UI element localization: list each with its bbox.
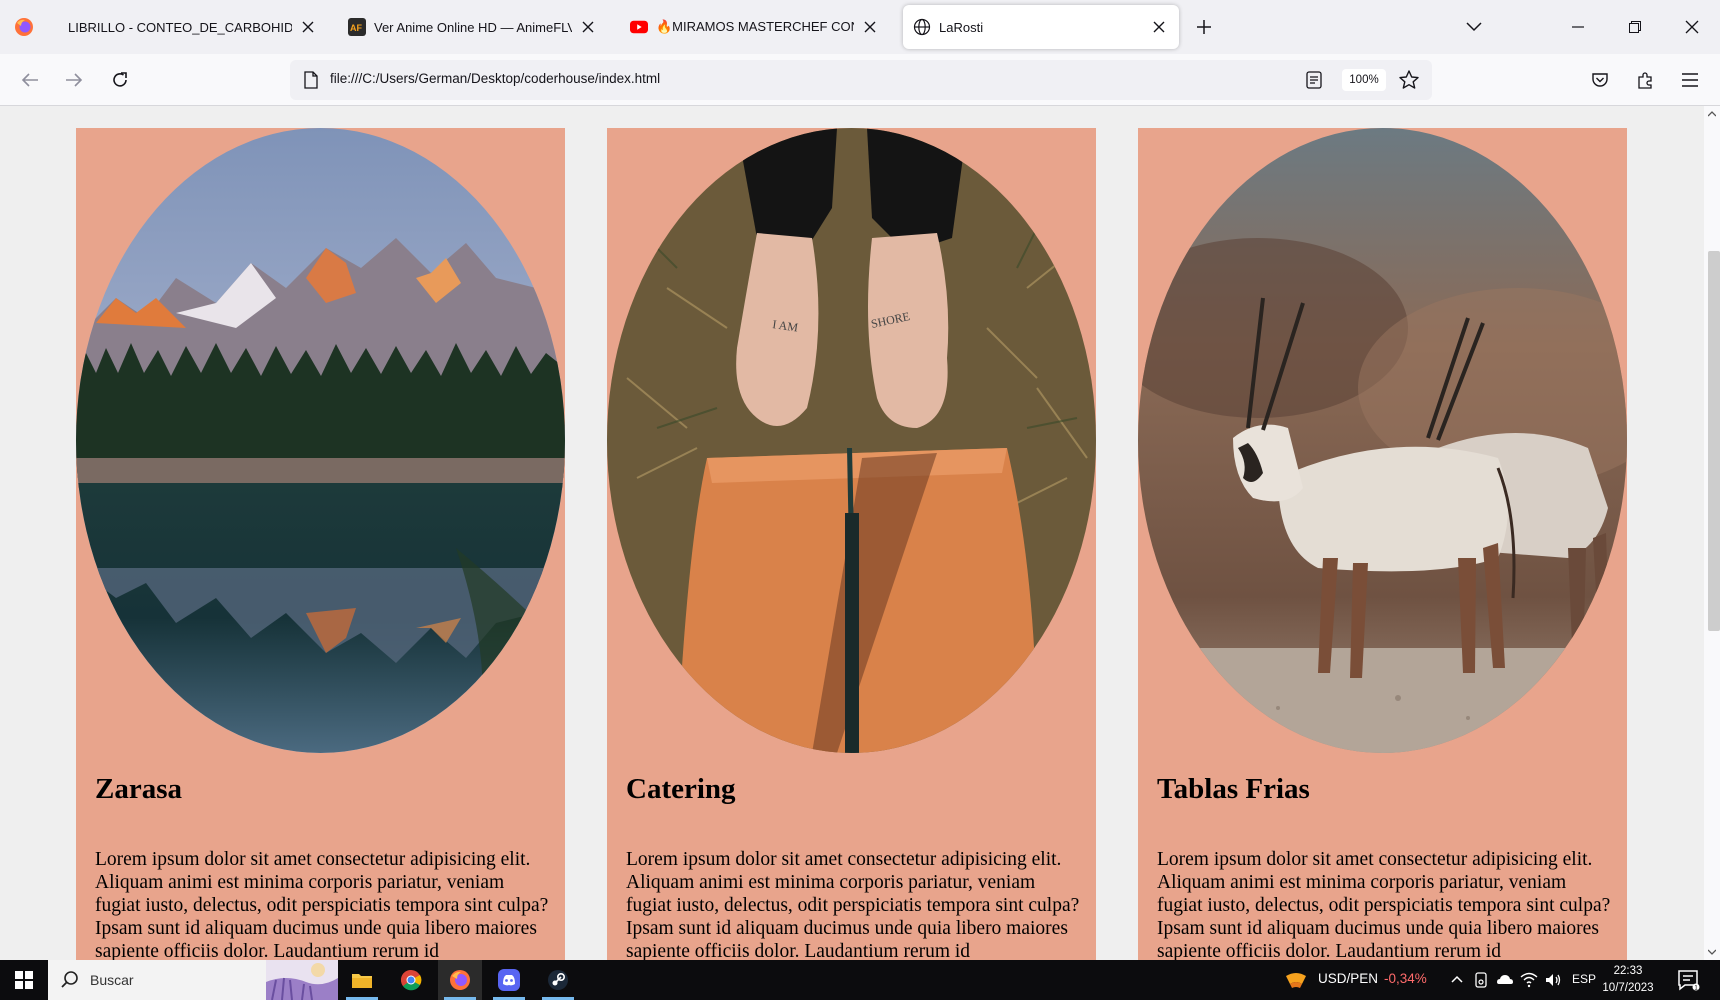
animeflv-icon: AF <box>348 18 366 36</box>
stocks-widget-icon[interactable] <box>1284 970 1308 990</box>
mountain-lake-image <box>76 128 565 753</box>
start-button[interactable] <box>0 960 48 1000</box>
clock-time: 22:33 <box>1613 965 1643 977</box>
service-card: I AM SHORE Catering Lorem ipsum dolor si… <box>607 128 1096 960</box>
close-icon[interactable] <box>298 17 318 37</box>
ticker-symbol[interactable]: USD/PEN <box>1318 971 1378 986</box>
tab-label: 🔥MIRAMOS MASTERCHEF CON JUARI <box>656 19 854 34</box>
navigation-toolbar: file:///C:/Users/German/Desktop/coderhou… <box>0 54 1720 106</box>
file-explorer-icon[interactable] <box>340 960 384 1000</box>
firefox-menu-icon[interactable] <box>14 17 34 37</box>
oryx-antelopes-image <box>1138 128 1627 753</box>
lavender-field-search-art-icon <box>266 960 338 1000</box>
firefox-icon[interactable] <box>438 960 482 1000</box>
chrome-icon[interactable] <box>389 960 433 1000</box>
restore-button[interactable] <box>1615 10 1655 44</box>
onedrive-cloud-icon[interactable] <box>1496 971 1514 989</box>
reader-view-icon[interactable] <box>1304 70 1324 90</box>
taskbar-clock[interactable]: 22:33 10/7/2023 <box>1596 963 1660 997</box>
tab-youtube[interactable]: 🔥MIRAMOS MASTERCHEF CON JUARI <box>620 5 890 49</box>
clock-date: 10/7/2023 <box>1602 982 1654 994</box>
service-card: Tablas Frias Lorem ipsum dolor sit amet … <box>1138 128 1627 960</box>
pocket-icon[interactable] <box>1584 64 1616 96</box>
wifi-icon[interactable] <box>1520 971 1538 989</box>
search-placeholder: Buscar <box>90 972 134 988</box>
tab-librillo[interactable]: LIBRILLO - CONTEO_DE_CARBOHIDRATOS_2023 <box>58 5 328 49</box>
input-language[interactable]: ESP <box>1572 972 1596 986</box>
youtube-icon <box>630 18 648 36</box>
reload-button[interactable] <box>104 64 136 96</box>
tab-label: LIBRILLO - CONTEO_DE_CARBOHIDRATOS_2023 <box>68 19 292 35</box>
page-viewport: Zarasa Lorem ipsum dolor sit amet consec… <box>0 106 1704 960</box>
svg-text:AF: AF <box>350 23 362 33</box>
card-text: Lorem ipsum dolor sit amet consectetur a… <box>1157 849 1611 960</box>
card-title: Catering <box>626 773 736 805</box>
card-title: Tablas Frias <box>1157 773 1310 805</box>
volume-icon[interactable] <box>1544 971 1562 989</box>
close-icon[interactable] <box>860 17 880 37</box>
discord-icon[interactable] <box>487 960 531 1000</box>
card-text: Lorem ipsum dolor sit amet consectetur a… <box>626 849 1080 960</box>
close-window-button[interactable] <box>1672 10 1712 44</box>
scroll-down-arrow-icon[interactable] <box>1708 948 1716 956</box>
page-scrollbar[interactable] <box>1704 106 1720 960</box>
windows-logo-icon <box>15 971 33 989</box>
url-text[interactable]: file:///C:/Users/German/Desktop/coderhou… <box>330 71 660 86</box>
app-menu-icon[interactable] <box>1674 64 1706 96</box>
list-all-tabs-button[interactable] <box>1462 15 1486 39</box>
feet-surfboard-image: I AM SHORE <box>607 128 1096 753</box>
close-icon[interactable] <box>578 17 598 37</box>
extensions-icon[interactable] <box>1629 64 1661 96</box>
notification-center-icon[interactable]: 1 <box>1676 968 1700 992</box>
windows-taskbar: Buscar USD/PEN -0,34% ESP 22:33 10/7/202… <box>0 960 1720 1000</box>
service-card: Zarasa Lorem ipsum dolor sit amet consec… <box>76 128 565 960</box>
card-text: Lorem ipsum dolor sit amet consectetur a… <box>95 849 549 960</box>
address-bar[interactable]: file:///C:/Users/German/Desktop/coderhou… <box>290 60 1432 100</box>
globe-icon <box>913 18 931 36</box>
minimize-button[interactable] <box>1558 10 1598 44</box>
taskbar-search-box[interactable]: Buscar <box>48 960 338 1000</box>
tab-strip: LIBRILLO - CONTEO_DE_CARBOHIDRATOS_2023 … <box>0 0 1720 54</box>
scroll-up-arrow-icon[interactable] <box>1708 110 1716 118</box>
search-icon <box>61 971 78 988</box>
steam-icon[interactable] <box>536 960 580 1000</box>
back-button[interactable] <box>14 64 46 96</box>
scrollbar-thumb[interactable] <box>1708 251 1720 631</box>
card-title: Zarasa <box>95 773 182 805</box>
bookmark-star-icon[interactable] <box>1398 69 1420 91</box>
close-icon[interactable] <box>1149 17 1169 37</box>
network-drive-icon[interactable] <box>1472 971 1490 989</box>
tab-label: LaRosti <box>939 19 984 35</box>
forward-button[interactable] <box>58 64 90 96</box>
ticker-change[interactable]: -0,34% <box>1384 971 1427 986</box>
tab-larosti[interactable]: LaRosti <box>903 5 1179 49</box>
show-hidden-icons-chevron-icon[interactable] <box>1448 971 1466 989</box>
tab-label: Ver Anime Online HD — AnimeFLV <box>374 19 572 35</box>
new-tab-button[interactable] <box>1192 15 1216 39</box>
page-icon <box>304 71 318 89</box>
zoom-reset-button[interactable]: 100% <box>1342 69 1386 91</box>
tab-animeflv[interactable]: AF Ver Anime Online HD — AnimeFLV <box>338 5 608 49</box>
